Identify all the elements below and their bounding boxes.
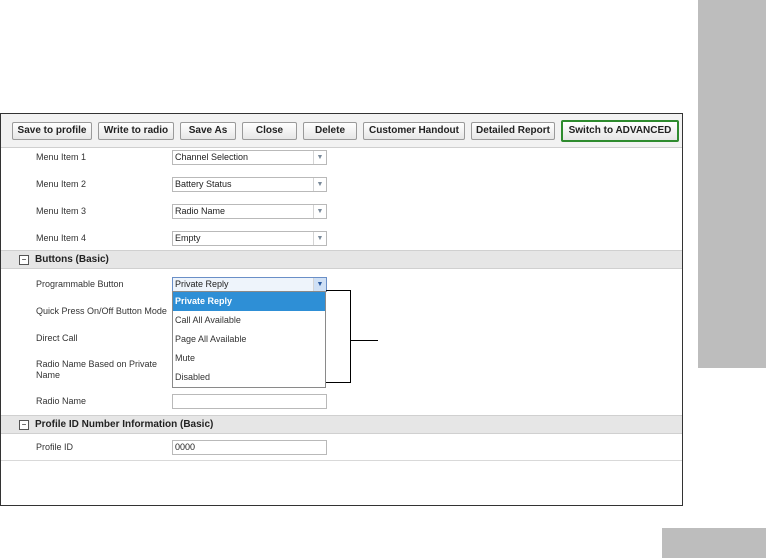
- chevron-down-icon: ▼: [313, 205, 326, 218]
- menu-item-3-value: Radio Name: [175, 206, 226, 216]
- menu-item-1-value: Channel Selection: [175, 152, 249, 162]
- radio-name-label: Radio Name: [36, 396, 87, 406]
- chevron-down-icon: ▼: [313, 178, 326, 191]
- callout-leader-line: [351, 340, 378, 341]
- programmable-button-value: Private Reply: [175, 279, 229, 289]
- menu-item-2-select[interactable]: Battery Status ▼: [172, 177, 327, 192]
- menu-item-3-label: Menu Item 3: [36, 206, 87, 216]
- chevron-down-icon: ▼: [313, 151, 326, 164]
- menu-item-3-select[interactable]: Radio Name ▼: [172, 204, 327, 219]
- menu-item-2-value: Battery Status: [175, 179, 232, 189]
- buttons-section-header[interactable]: − Buttons (Basic): [1, 250, 682, 269]
- dropdown-option-private-reply[interactable]: Private Reply: [173, 292, 325, 311]
- chevron-down-icon: ▼: [313, 232, 326, 245]
- profile-id-input[interactable]: 0000: [172, 440, 327, 455]
- collapse-icon[interactable]: −: [19, 255, 29, 265]
- dropdown-option-disabled[interactable]: Disabled: [173, 368, 325, 387]
- menu-item-4-value: Empty: [175, 233, 201, 243]
- buttons-section-title: Buttons (Basic): [35, 254, 109, 265]
- collapse-icon[interactable]: −: [19, 420, 29, 430]
- quick-press-label: Quick Press On/Off Button Mode: [36, 306, 167, 316]
- programmable-button-select[interactable]: Private Reply ▼: [172, 277, 327, 292]
- menu-item-4-label: Menu Item 4: [36, 233, 87, 243]
- menu-item-4-select[interactable]: Empty ▼: [172, 231, 327, 246]
- switch-to-advanced-button[interactable]: Switch to ADVANCED: [561, 120, 679, 142]
- save-to-profile-button[interactable]: Save to profile: [12, 122, 92, 140]
- callout-bracket: [326, 290, 351, 383]
- toolbar: Save to profile Write to radio Save As C…: [1, 114, 682, 148]
- detailed-report-button[interactable]: Detailed Report: [471, 122, 555, 140]
- direct-call-label: Direct Call: [36, 333, 78, 343]
- menu-item-1-label: Menu Item 1: [36, 152, 87, 162]
- page-number-tab: [662, 528, 766, 558]
- delete-button[interactable]: Delete: [303, 122, 357, 140]
- customer-handout-button[interactable]: Customer Handout: [363, 122, 465, 140]
- dropdown-option-call-all-available[interactable]: Call All Available: [173, 311, 325, 330]
- profile-id-label: Profile ID: [36, 442, 74, 452]
- write-to-radio-button[interactable]: Write to radio: [98, 122, 174, 140]
- radio-name-private-label: Radio Name Based on Private Name: [36, 359, 158, 380]
- divider: [1, 460, 682, 461]
- side-thumb-tab: [698, 0, 766, 368]
- close-button[interactable]: Close: [242, 122, 297, 140]
- radio-name-input[interactable]: [172, 394, 327, 409]
- profile-section-header[interactable]: − Profile ID Number Information (Basic): [1, 415, 682, 434]
- programmable-button-dropdown: Private Reply Call All Available Page Al…: [172, 291, 326, 388]
- menu-item-1-select[interactable]: Channel Selection ▼: [172, 150, 327, 165]
- menu-item-2-label: Menu Item 2: [36, 179, 87, 189]
- profile-section-title: Profile ID Number Information (Basic): [35, 419, 214, 430]
- dropdown-option-page-all-available[interactable]: Page All Available: [173, 330, 325, 349]
- dropdown-option-mute[interactable]: Mute: [173, 349, 325, 368]
- programmable-button-label: Programmable Button: [36, 279, 124, 289]
- chevron-down-icon: ▼: [313, 278, 326, 291]
- save-as-button[interactable]: Save As: [180, 122, 236, 140]
